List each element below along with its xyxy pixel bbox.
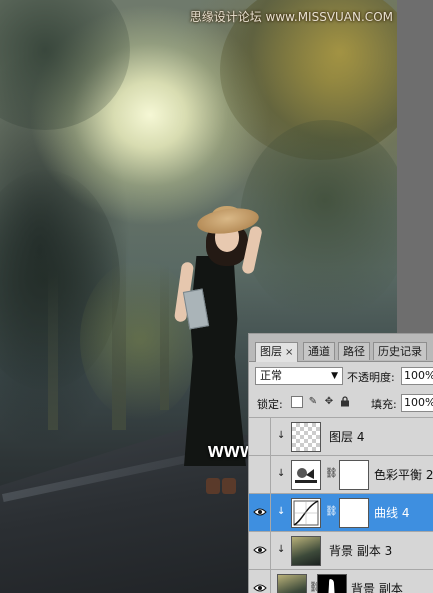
eye-icon	[253, 584, 267, 592]
layer-thumbnail	[277, 574, 307, 593]
fill-label: 填充:	[371, 398, 397, 411]
visibility-toggle[interactable]	[249, 494, 271, 532]
chain-link-icon[interactable]: ⛓	[325, 506, 338, 517]
girl-shoe-right	[222, 478, 236, 494]
layer-mask-thumbnail[interactable]	[339, 498, 369, 528]
layers-panel: 图层 × 通道 路径 历史记录 正常 ▼ 不透明度: 100% 锁定: ✎ ✥ 填…	[248, 333, 433, 593]
visibility-toggle[interactable]	[249, 570, 271, 593]
foliage-right	[240, 120, 410, 320]
layer-name: 图层 4	[329, 430, 365, 444]
watermark-top: 思缘设计论坛 www.MISSVUAN.COM	[189, 10, 393, 24]
layer-row[interactable]: ⛓ 背景 副本	[249, 569, 433, 593]
layer-mask-thumbnail[interactable]	[317, 574, 347, 593]
blend-mode-value: 正常	[260, 369, 282, 382]
layer-name: 背景 副本	[351, 582, 403, 593]
lock-transparent-icon[interactable]	[291, 396, 303, 408]
chevron-down-icon: ▼	[331, 371, 338, 381]
tab-paths-label: 路径	[343, 345, 365, 358]
foliage-top-left	[0, 0, 130, 130]
layer-name: 背景 副本 3	[329, 544, 393, 558]
tab-layers-label: 图层	[260, 345, 282, 358]
opacity-label: 不透明度:	[347, 371, 395, 384]
layer-row[interactable]: ↓ 图层 4	[249, 417, 433, 456]
tree-trunk-1	[112, 230, 126, 430]
girl-dress	[184, 256, 246, 466]
tab-layers[interactable]: 图层 ×	[255, 342, 299, 362]
tree-trunk-2	[48, 270, 58, 430]
blend-row: 正常 ▼ 不透明度: 100%	[249, 363, 433, 387]
layer-name: 曲线 4	[374, 506, 410, 520]
visibility-toggle[interactable]	[249, 418, 271, 456]
close-icon[interactable]: ×	[285, 347, 293, 358]
opacity-input[interactable]: 100%	[401, 367, 433, 385]
visibility-toggle[interactable]	[249, 456, 271, 494]
chain-link-icon[interactable]: ⛓	[325, 468, 338, 479]
clip-arrow-icon: ↓	[277, 430, 286, 441]
color-balance-icon	[291, 460, 321, 490]
tab-history[interactable]: 历史记录	[373, 342, 427, 360]
tree-trunk-3	[160, 260, 169, 410]
clip-arrow-icon: ↓	[277, 544, 286, 555]
clip-arrow-icon: ↓	[277, 506, 286, 517]
clip-arrow-icon: ↓	[277, 468, 286, 479]
blend-mode-select[interactable]: 正常 ▼	[255, 367, 343, 385]
tab-channels-label: 通道	[308, 345, 330, 358]
visibility-toggle[interactable]	[249, 532, 271, 570]
tab-history-label: 历史记录	[378, 345, 422, 358]
layer-row-selected[interactable]: ↓ ⛓ 曲线 4	[249, 493, 433, 532]
layer-mask-thumbnail[interactable]	[339, 460, 369, 490]
layer-row[interactable]: ↓ ⛓ 色彩平衡 2	[249, 455, 433, 494]
girl-shoe-left	[206, 478, 220, 494]
layer-thumbnail	[291, 422, 321, 452]
layer-name: 色彩平衡 2	[374, 468, 433, 482]
tab-channels[interactable]: 通道	[303, 342, 335, 360]
lock-all-icon[interactable]	[339, 396, 351, 408]
panel-tabs: 图层 × 通道 路径 历史记录	[249, 334, 433, 362]
lock-brush-icon[interactable]: ✎	[307, 396, 319, 408]
canvas-gutter	[397, 0, 433, 333]
lock-move-icon[interactable]: ✥	[323, 396, 335, 408]
fill-input[interactable]: 100%	[401, 394, 433, 412]
tab-paths[interactable]: 路径	[338, 342, 370, 360]
layer-thumbnail	[291, 536, 321, 566]
curves-icon	[291, 498, 321, 528]
eye-icon	[253, 546, 267, 554]
layer-row[interactable]: ↓ 背景 副本 3	[249, 531, 433, 570]
eye-icon	[253, 508, 267, 516]
lock-row: 锁定: ✎ ✥ 填充: 100%	[249, 392, 433, 414]
lock-label: 锁定:	[257, 398, 283, 411]
